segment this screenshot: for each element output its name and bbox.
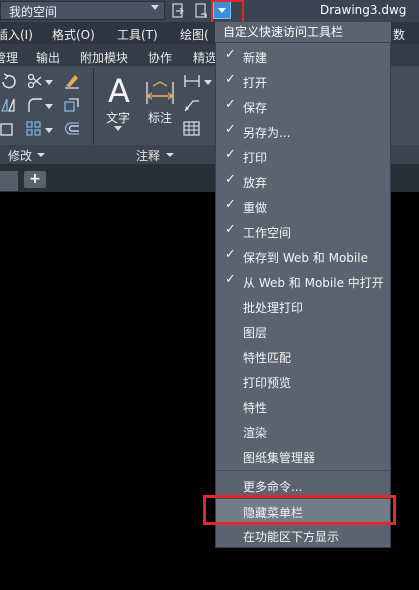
- chevron-down-icon: [151, 5, 159, 10]
- dimension-tool-icon[interactable]: [144, 78, 176, 106]
- menu-item-sheet-set-manager[interactable]: 图纸集管理器: [216, 444, 390, 468]
- menu-item-save[interactable]: ✓ 保存: [216, 94, 390, 118]
- menu-item-label: 更多命令...: [243, 480, 303, 494]
- menu-item-open-web-mobile[interactable]: ✓ 从 Web 和 Mobile 中打开: [216, 269, 390, 293]
- menu-item-label: 保存到 Web 和 Mobile: [243, 251, 368, 265]
- menu-item-properties[interactable]: 特性: [216, 394, 390, 418]
- scale-icon[interactable]: [0, 121, 18, 137]
- chevron-down-icon[interactable]: [45, 80, 53, 86]
- fillet-icon[interactable]: [26, 97, 44, 113]
- highlight-box-hide-menubar: [203, 495, 396, 525]
- menu-item-layer[interactable]: 图层: [216, 319, 390, 343]
- menu-item-label: 打开: [243, 76, 268, 90]
- menu-item-label: 打印预览: [243, 376, 292, 390]
- menu-item-label: 工作空间: [243, 226, 292, 240]
- menu-insert[interactable]: 插入(I): [0, 26, 33, 43]
- menu-item-match-properties[interactable]: 特性匹配: [216, 344, 390, 368]
- menu-item-label: 重做: [243, 201, 268, 215]
- menu-tools[interactable]: 工具(T): [117, 26, 158, 43]
- document-title: Drawing3.dwg: [320, 3, 407, 17]
- workspace-selector[interactable]: 我的空间: [0, 1, 165, 20]
- checkmark-icon: ✓: [225, 222, 236, 237]
- panel-modify-label[interactable]: 修改: [8, 147, 32, 164]
- tab-manage[interactable]: 管理: [0, 49, 18, 66]
- text-tool-icon[interactable]: A: [104, 74, 134, 106]
- chevron-down-icon[interactable]: [166, 153, 174, 157]
- svg-text:A: A: [108, 74, 130, 106]
- menu-item-show-below-ribbon[interactable]: 在功能区下方显示: [216, 523, 390, 547]
- new-tab-plus-icon[interactable]: +: [24, 171, 46, 188]
- menu-item-label: 从 Web 和 Mobile 中打开: [243, 276, 384, 290]
- menu-item-label: 特性匹配: [243, 351, 292, 365]
- menu-item-label: 批处理打印: [243, 301, 304, 315]
- menu-item-label: 图层: [243, 326, 268, 340]
- menu-item-label: 渲染: [243, 426, 268, 440]
- file-tab-drawing[interactable]: [0, 171, 18, 191]
- menu-item-label: 图纸集管理器: [243, 451, 316, 465]
- checkmark-icon: ✓: [225, 122, 236, 137]
- menu-item-plot-preview[interactable]: 打印预览: [216, 369, 390, 393]
- checkmark-icon: ✓: [225, 172, 236, 187]
- menu-item-label: 在功能区下方显示: [243, 530, 340, 544]
- offset-icon[interactable]: [63, 121, 81, 137]
- menu-item-label: 另存为...: [243, 126, 291, 140]
- chevron-down-icon[interactable]: [204, 80, 212, 86]
- customize-quick-access-menu: ✓ 新建 ✓ 打开 ✓ 保存 ✓ 另存为... ✓ 打印 ✓ 放弃 ✓ 重做 ✓ 工作空间 ✓ 保…: [215, 42, 391, 548]
- linear-dimension-icon[interactable]: [183, 73, 201, 89]
- menu-item-more-commands[interactable]: 更多命令...: [216, 473, 390, 497]
- text-tool-label[interactable]: 文字: [106, 109, 130, 126]
- menu-item-label: 新建: [243, 51, 268, 65]
- dimension-tool-label[interactable]: 标注: [148, 109, 172, 126]
- menu-item-label: 保存: [243, 101, 268, 115]
- array-icon[interactable]: [26, 121, 44, 137]
- table-icon[interactable]: [183, 121, 201, 137]
- chevron-down-icon[interactable]: [45, 128, 53, 134]
- checkmark-icon: ✓: [225, 272, 236, 287]
- checkmark-icon: ✓: [225, 47, 236, 62]
- chevron-down-icon[interactable]: [37, 153, 45, 157]
- checkmark-icon: ✓: [225, 72, 236, 87]
- chevron-down-icon[interactable]: [114, 126, 122, 132]
- menu-item-new[interactable]: ✓ 新建: [216, 44, 390, 68]
- menu-item-save-as[interactable]: ✓ 另存为...: [216, 119, 390, 143]
- tab-addins[interactable]: 附加模块: [80, 49, 128, 66]
- menu-item-save-web-mobile[interactable]: ✓ 保存到 Web 和 Mobile: [216, 244, 390, 268]
- menu-item-redo[interactable]: ✓ 重做: [216, 194, 390, 218]
- menu-item-label: 放弃: [243, 176, 268, 190]
- rotate-icon[interactable]: [0, 73, 18, 89]
- dropdown-header: 自定义快速访问工具栏: [215, 22, 391, 42]
- checkmark-icon: ✓: [225, 197, 236, 212]
- menu-draw[interactable]: 绘图(: [180, 26, 209, 43]
- panel-annotate-label[interactable]: 注释: [136, 147, 160, 164]
- menu-item-label: 打印: [243, 151, 268, 165]
- explode-icon[interactable]: [63, 97, 81, 113]
- mobile-open-icon[interactable]: [194, 3, 208, 19]
- trim-icon[interactable]: [26, 73, 44, 89]
- checkmark-icon: ✓: [225, 247, 236, 262]
- menu-item-render[interactable]: 渲染: [216, 419, 390, 443]
- menu-item-open[interactable]: ✓ 打开: [216, 69, 390, 93]
- tab-featured[interactable]: 精选: [193, 49, 217, 66]
- menu-item-plot[interactable]: ✓ 打印: [216, 144, 390, 168]
- mirror-icon[interactable]: [0, 97, 18, 113]
- erase-icon[interactable]: [63, 73, 81, 89]
- workspace-label: 我的空间: [9, 5, 58, 19]
- tab-collaborate[interactable]: 协作: [148, 49, 172, 66]
- tab-output[interactable]: 输出: [36, 49, 60, 66]
- menu-item-workspace[interactable]: ✓ 工作空间: [216, 219, 390, 243]
- share-icon[interactable]: [171, 3, 185, 19]
- checkmark-icon: ✓: [225, 147, 236, 162]
- menu-format[interactable]: 格式(O): [52, 26, 95, 43]
- menu-divider: [216, 470, 390, 471]
- menu-item-undo[interactable]: ✓ 放弃: [216, 169, 390, 193]
- checkmark-icon: ✓: [225, 97, 236, 112]
- chevron-down-icon[interactable]: [45, 104, 53, 110]
- menu-item-label: 特性: [243, 401, 268, 415]
- menu-item-batch-plot[interactable]: 批处理打印: [216, 294, 390, 318]
- leader-icon[interactable]: [183, 97, 201, 113]
